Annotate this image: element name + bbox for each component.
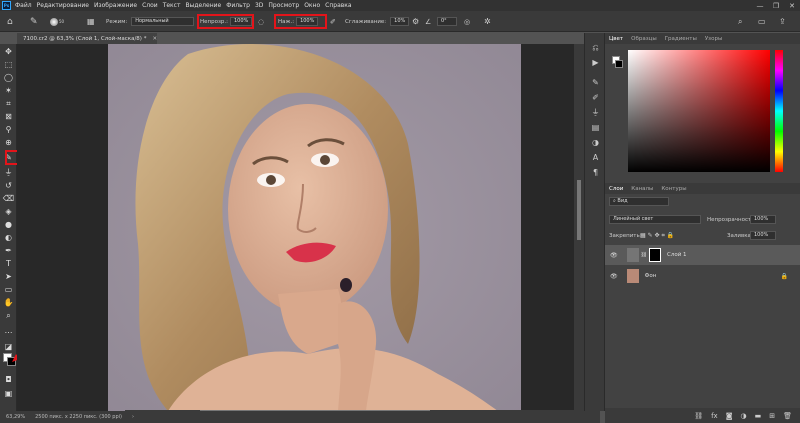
lock-label: Закрепить: [609, 233, 642, 239]
tab-gradients[interactable]: Градиенты [661, 36, 701, 42]
character-panel-icon[interactable]: A [591, 153, 600, 162]
layers-bottom-toolbar: ⛓ fx ◙ ◑ ▬ ⊞ 🗑 [605, 408, 800, 423]
tab-paths[interactable]: Контуры [657, 186, 690, 192]
canvas-area[interactable] [17, 44, 584, 412]
brushes-panel-icon[interactable]: ✐ [591, 93, 600, 102]
layer-thumbnail [626, 248, 639, 262]
delete-layer-icon[interactable]: 🗑 [783, 412, 792, 420]
panel-background-swatch[interactable] [615, 60, 623, 68]
layer-row-1[interactable]: 👁 ⛓ Слой 1 [605, 245, 800, 265]
status-bar: 63,29% 2500 пикс. x 2250 пикс. (300 ppi)… [0, 411, 600, 423]
document-title: 7100.cr2 @ 63,3% (Слой 1, Слой-маска/8) … [23, 35, 147, 42]
fill-label: Заливка: [727, 233, 753, 239]
panel-dock: ⎌ ▶ ✎ ✐ ⏚ ▤ ◑ A ¶ [584, 33, 605, 411]
layer-opacity-label: Непрозрачность: [707, 217, 757, 223]
layer-name[interactable]: Фон [645, 273, 657, 279]
add-mask-icon[interactable]: ◙ [726, 412, 733, 420]
blend-mode-select[interactable]: Линейный свет [609, 215, 701, 224]
zoom-level[interactable]: 63,29% [6, 414, 25, 420]
tab-swatches[interactable]: Образцы [627, 36, 661, 42]
fill-field[interactable]: 100% [750, 231, 776, 240]
vertical-scroll-thumb[interactable] [577, 180, 581, 240]
visibility-eye-icon[interactable]: 👁 [610, 252, 618, 259]
tab-layers[interactable]: Слои [605, 186, 627, 192]
layer-filter-label: Вид [617, 198, 628, 204]
color-panel-tabs: Цвет Образцы Градиенты Узоры [605, 33, 800, 44]
layer-filter-select[interactable]: ⌕ Вид [609, 197, 669, 206]
link-layers-icon[interactable]: ⛓ [694, 412, 703, 420]
close-tab-icon[interactable]: ✕ [152, 36, 157, 42]
adjustments-icon[interactable]: ◑ [591, 138, 600, 147]
portrait-photo [108, 44, 521, 412]
color-picker-field[interactable] [628, 50, 770, 172]
status-arrow-icon[interactable]: › [132, 414, 134, 420]
brush-settings-icon[interactable]: ✎ [591, 78, 600, 87]
document-tab[interactable]: 7100.cr2 @ 63,3% (Слой 1, Слой-маска/8) … [17, 33, 157, 44]
tab-patterns[interactable]: Узоры [701, 36, 726, 42]
new-layer-icon[interactable]: ⊞ [769, 412, 775, 420]
lock-icon: 🔒 [780, 272, 788, 280]
fx-icon[interactable]: fx [711, 412, 718, 420]
layers-panel-tabs: Слои Каналы Контуры [605, 183, 800, 194]
layer-mask-thumbnail[interactable] [648, 248, 661, 262]
document-image[interactable] [108, 44, 521, 412]
lock-icons[interactable]: ▦ ✎ ✥ ⌗ 🔒 [640, 232, 674, 240]
history-panel-icon[interactable]: ⎌ [591, 43, 600, 52]
adjustment-layer-icon[interactable]: ◑ [741, 412, 747, 420]
layer-name[interactable]: Слой 1 [667, 252, 687, 258]
visibility-eye-icon[interactable]: 👁 [610, 273, 618, 280]
paragraph-panel-icon[interactable]: ¶ [591, 168, 600, 177]
link-icon[interactable]: ⛓ [641, 252, 647, 258]
group-icon[interactable]: ▬ [755, 412, 762, 420]
clone-source-icon[interactable]: ⏚ [591, 108, 600, 117]
properties-icon[interactable]: ▤ [591, 123, 600, 132]
hue-slider[interactable] [775, 50, 783, 172]
layer-opacity-field[interactable]: 100% [750, 215, 776, 224]
layer-row-background[interactable]: 👁 Фон 🔒 [605, 266, 800, 286]
document-info[interactable]: 2500 пикс. x 2250 пикс. (300 ppi) [35, 414, 122, 420]
tab-channels[interactable]: Каналы [627, 186, 657, 192]
actions-panel-icon[interactable]: ▶ [591, 58, 600, 67]
layer-thumbnail [626, 269, 639, 283]
tab-color[interactable]: Цвет [605, 36, 627, 42]
